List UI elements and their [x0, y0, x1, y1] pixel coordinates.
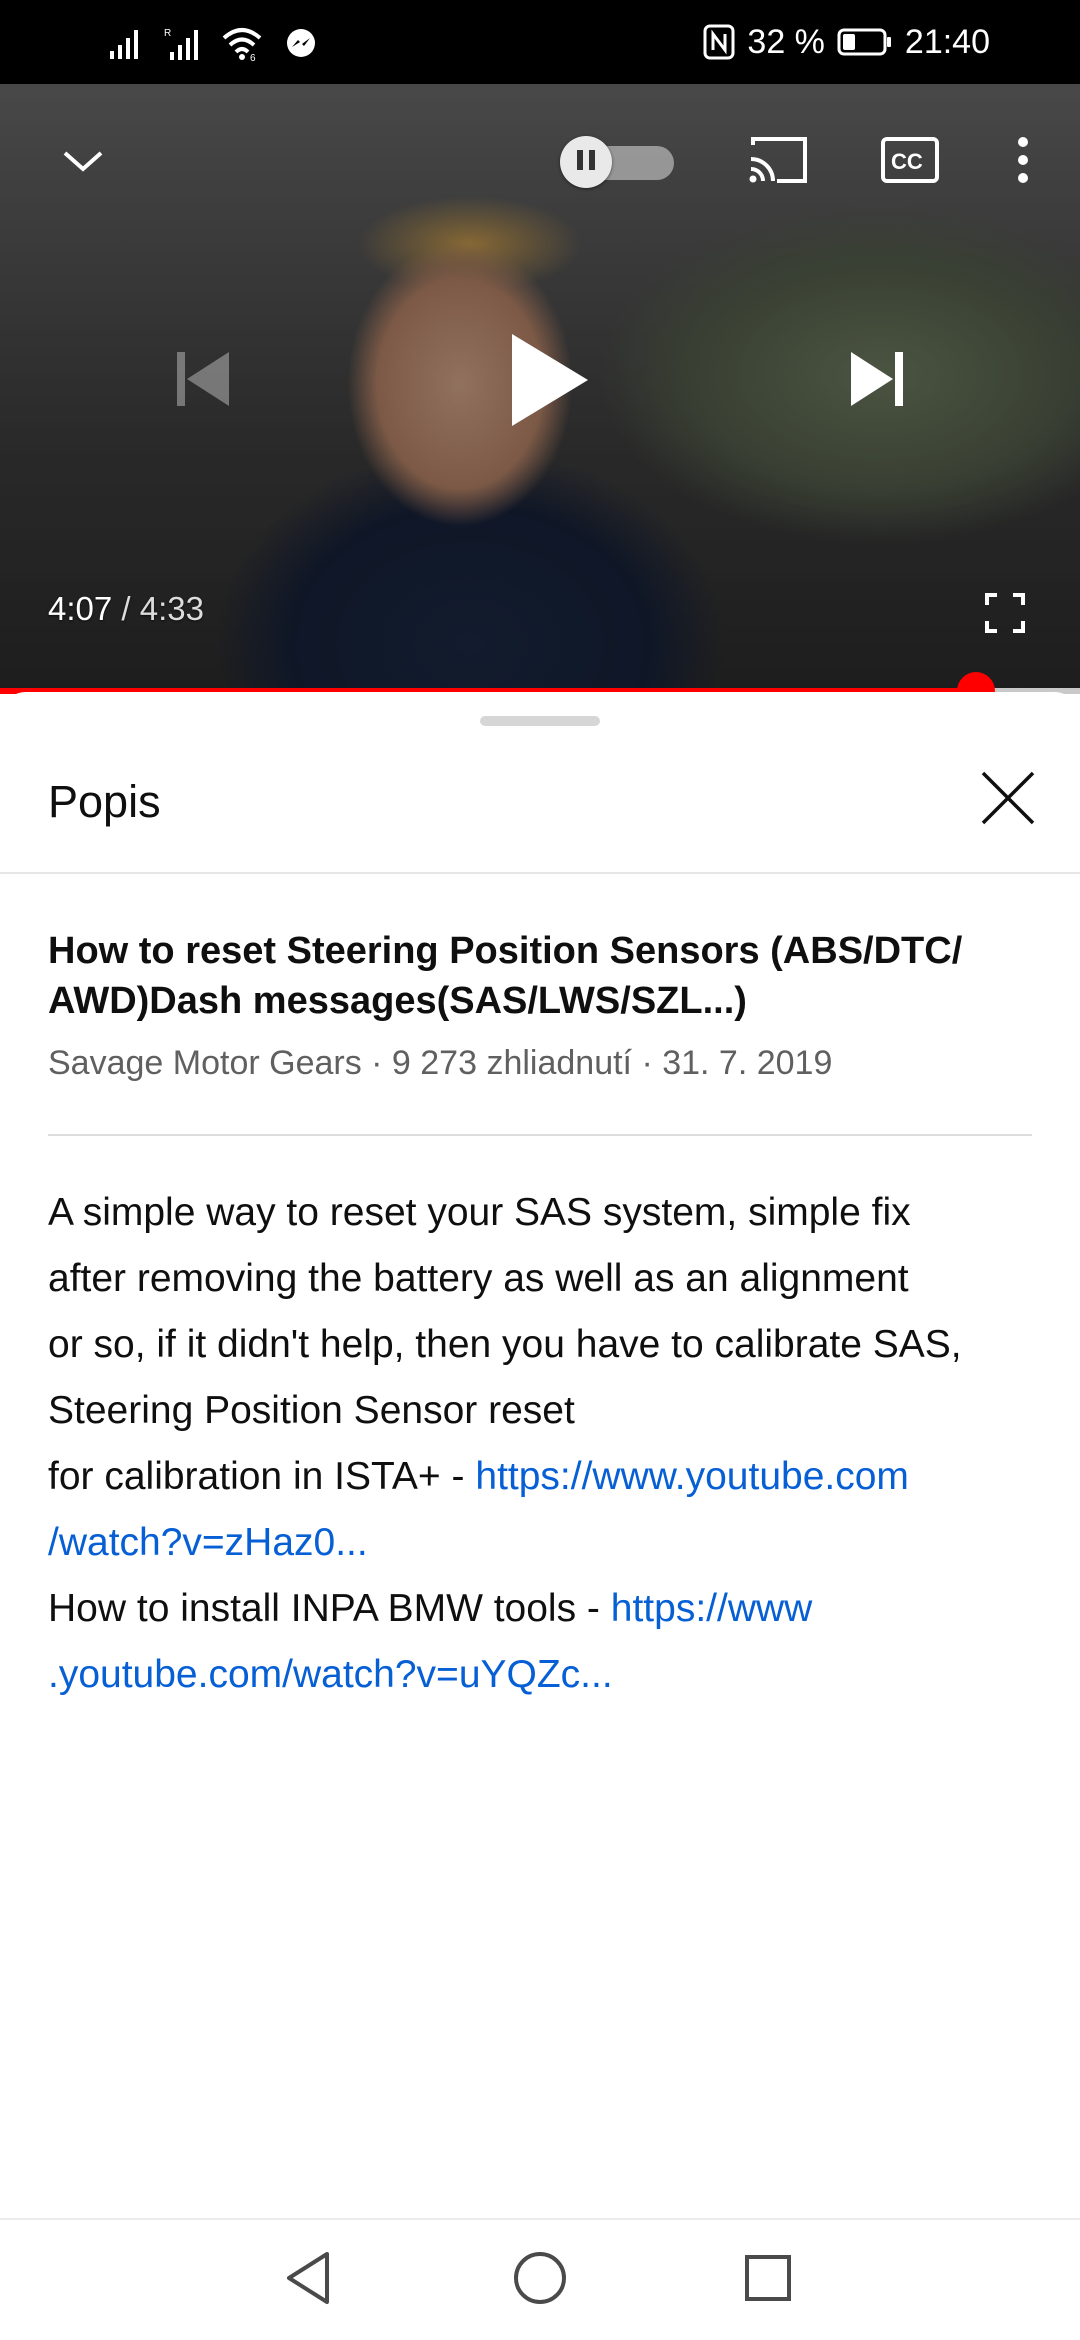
time-separator: /	[112, 590, 140, 627]
captions-button[interactable]: CC	[876, 128, 944, 196]
view-count: 9 273 zhliadnutí	[391, 1044, 632, 1082]
home-icon	[512, 2250, 568, 2311]
recents-icon	[743, 2253, 793, 2308]
description-line: .youtube.com/watch?v=uYQZc...	[48, 1642, 1048, 1708]
screen: R 6 32 % 21:40 CC 4:07 / 4:33 Popis How …	[0, 0, 1080, 2340]
fullscreen-button[interactable]	[982, 592, 1028, 638]
battery-icon	[837, 27, 893, 57]
upload-date: 31. 7. 2019	[662, 1044, 833, 1082]
description-line: Steering Position Sensor reset	[48, 1389, 575, 1432]
description-text-segment: How to install INPA BMW tools -	[48, 1587, 611, 1630]
svg-text:CC: CC	[891, 149, 923, 174]
skip-previous-icon	[173, 350, 233, 413]
more-vert-icon	[1017, 136, 1029, 189]
description-line: A simple way to reset your SAS system, s…	[48, 1191, 911, 1234]
video-title: How to reset Steering Position Sensors (…	[48, 926, 1038, 1026]
channel-name[interactable]: Savage Motor Gears	[48, 1044, 362, 1082]
video-meta: Savage Motor Gears · 9 273 zhliadnutí · …	[48, 1044, 832, 1083]
chevron-down-icon	[61, 147, 105, 180]
svg-text:6: 6	[250, 53, 256, 62]
home-button[interactable]	[508, 2248, 572, 2312]
description-link-inpa-cont[interactable]: .youtube.com/watch?v=uYQZc...	[48, 1653, 613, 1696]
back-icon	[283, 2250, 333, 2311]
meta-separator: ·	[361, 1044, 392, 1082]
description-text: A simple way to reset your SAS system, s…	[48, 1180, 1048, 1708]
description-line: after removing the battery as well as an…	[48, 1257, 909, 1300]
wifi-icon: 6	[222, 26, 262, 62]
panel-title: Popis	[48, 776, 161, 827]
autoplay-toggle-knob	[560, 136, 612, 188]
description-panel: Popis How to reset Steering Position Sen…	[0, 692, 1080, 2218]
previous-button[interactable]	[168, 346, 238, 416]
status-bar: R 6 32 % 21:40	[0, 0, 1080, 84]
battery-percent: 32 %	[747, 22, 825, 61]
video-title-line2: AWD)Dash messages(SAS/LWS/SZL...)	[48, 980, 747, 1022]
drag-handle[interactable]	[480, 716, 600, 726]
description-line: for calibration in ISTA+ - https://www.y…	[48, 1444, 1048, 1510]
next-button[interactable]	[842, 346, 912, 416]
back-button[interactable]	[276, 2248, 340, 2312]
skip-next-icon	[847, 350, 907, 413]
fullscreen-icon	[985, 592, 1025, 638]
messenger-icon	[284, 27, 318, 61]
description-text-segment: for calibration in ISTA+ -	[48, 1455, 476, 1498]
play-icon	[506, 330, 592, 435]
close-icon	[980, 770, 1036, 831]
svg-text:R: R	[164, 28, 171, 39]
description-link-ista[interactable]: https://www.youtube.com	[475, 1455, 909, 1498]
play-button[interactable]	[495, 328, 603, 436]
signal-roaming-icon: R	[164, 26, 200, 62]
current-time: 4:07	[48, 590, 113, 627]
recents-button[interactable]	[736, 2248, 800, 2312]
system-navigation-bar	[0, 2218, 1080, 2340]
pause-icon	[575, 148, 597, 177]
description-line: How to install INPA BMW tools - https://…	[48, 1576, 1048, 1642]
close-button[interactable]	[976, 768, 1040, 832]
video-title-line1: How to reset Steering Position Sensors (…	[48, 930, 963, 972]
playback-time: 4:07 / 4:33	[48, 590, 204, 628]
cast-icon	[747, 135, 809, 190]
meta-separator: ·	[632, 1044, 663, 1082]
cast-button[interactable]	[744, 128, 812, 196]
duration: 4:33	[139, 590, 204, 627]
header-divider	[0, 872, 1080, 874]
meta-divider	[48, 1134, 1032, 1136]
cc-icon: CC	[881, 136, 939, 188]
more-options-button[interactable]	[1000, 128, 1046, 196]
signal-icon	[108, 27, 142, 61]
nfc-icon	[703, 24, 735, 60]
description-line: /watch?v=zHaz0...	[48, 1510, 1048, 1576]
description-link-inpa[interactable]: https://www	[611, 1587, 813, 1630]
description-line: or so, if it didn't help, then you have …	[48, 1323, 962, 1366]
autoplay-toggle[interactable]	[560, 132, 676, 192]
video-player[interactable]: CC 4:07 / 4:33	[0, 84, 1080, 692]
clock: 21:40	[904, 22, 990, 61]
description-link-ista-cont[interactable]: /watch?v=zHaz0...	[48, 1521, 368, 1564]
minimize-button[interactable]	[50, 130, 116, 196]
